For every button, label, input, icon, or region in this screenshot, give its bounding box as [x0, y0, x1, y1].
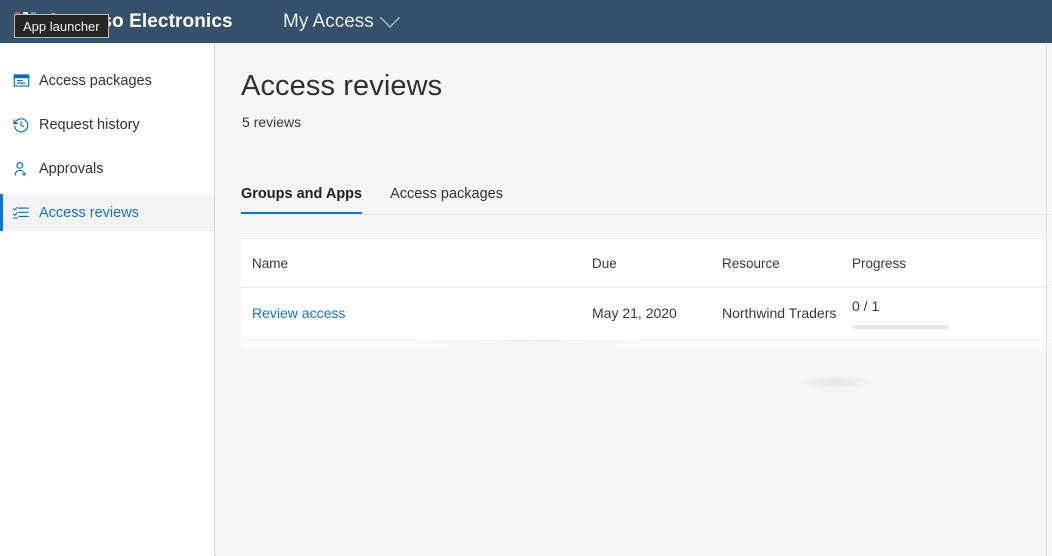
sidebar-item-label: Request history	[39, 117, 140, 133]
progress-bar	[852, 325, 949, 329]
scroll-gutter[interactable]	[1046, 43, 1051, 556]
faded-content-smudge	[796, 375, 874, 389]
top-suite-bar: Contoso Electronics My Access App launch…	[0, 0, 1052, 43]
sidebar-item-access-reviews[interactable]: Access reviews	[0, 194, 214, 231]
person-add-icon	[9, 159, 33, 179]
table-row[interactable]: Review access May 21, 2020 Northwind Tra…	[241, 288, 1052, 341]
sidebar-item-access-packages[interactable]: Access packages	[0, 62, 214, 99]
progress-label: 0 / 1	[852, 299, 1002, 314]
checklist-icon	[9, 203, 33, 223]
cell-resource: Northwind Traders	[722, 299, 852, 321]
column-header-progress[interactable]: Progress	[852, 256, 1002, 271]
sidebar-item-label: Approvals	[39, 161, 103, 177]
review-count-subtitle: 5 reviews	[242, 114, 301, 130]
cell-name: Review access	[252, 299, 592, 321]
chevron-down-icon	[380, 7, 400, 27]
table-header-row: Name Due Resource Progress	[241, 239, 1052, 288]
app-launcher-tooltip: App launcher	[14, 14, 109, 38]
tab-groups-and-apps[interactable]: Groups and Apps	[241, 177, 362, 214]
app-window: Contoso Electronics My Access App launch…	[0, 0, 1052, 556]
review-access-link[interactable]: Review access	[252, 305, 345, 321]
column-header-name[interactable]: Name	[252, 256, 592, 271]
sidebar-item-approvals[interactable]: Approvals	[0, 150, 214, 187]
access-reviews-table: Name Due Resource Progress Review access…	[241, 238, 1052, 341]
package-box-icon	[9, 71, 33, 91]
main-content: Access reviews 5 reviews Groups and Apps…	[216, 43, 1052, 556]
cell-due: May 21, 2020	[592, 299, 722, 321]
faded-content-strip	[241, 339, 1052, 353]
tab-bar: Groups and Apps Access packages	[241, 177, 1052, 215]
page-title: Access reviews	[241, 70, 442, 103]
cell-progress: 0 / 1	[852, 299, 1002, 329]
column-header-due[interactable]: Due	[592, 256, 722, 271]
my-access-menu[interactable]: My Access	[283, 0, 397, 43]
sidebar: Access packages Request history Appr	[0, 43, 215, 556]
tab-access-packages[interactable]: Access packages	[390, 177, 503, 214]
sidebar-item-request-history[interactable]: Request history	[0, 106, 214, 143]
column-header-resource[interactable]: Resource	[722, 256, 852, 271]
sidebar-item-label: Access packages	[39, 73, 152, 89]
my-access-label: My Access	[283, 0, 374, 43]
history-clock-icon	[9, 115, 33, 135]
sidebar-item-label: Access reviews	[39, 205, 139, 221]
